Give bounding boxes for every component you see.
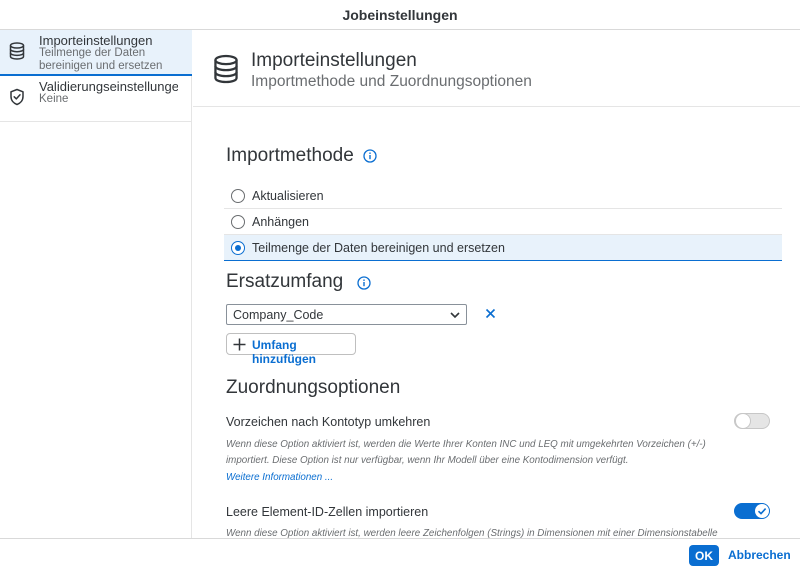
add-scope-button[interactable]: Umfang hinzufügen <box>226 333 356 366</box>
sidebar-item-subtitle: Keine <box>39 93 69 105</box>
dialog-header: Jobeinstellungen <box>0 0 800 30</box>
cancel-button[interactable]: Abbrechen <box>728 548 791 562</box>
page-title: Importeinstellungen <box>251 50 417 71</box>
sidebar: Importeinstellungen Teilmenge der Daten … <box>0 30 192 538</box>
radio-label: Anhängen <box>252 215 310 229</box>
dialog-footer: OK Abbrechen <box>0 538 800 568</box>
radio-button[interactable] <box>231 241 245 255</box>
replacement-scope-title: Ersatzumfang <box>226 271 344 292</box>
page-subtitle: Importmethode und Zuordnungsoptionen <box>251 73 532 90</box>
scope-select[interactable]: Company_Code <box>226 304 467 325</box>
more-info-link[interactable]: Weitere Informationen ... <box>226 472 333 483</box>
database-icon <box>214 54 238 84</box>
content-header: Importeinstellungen Importmethode und Zu… <box>193 30 800 107</box>
import-method-title: Importmethode <box>226 145 354 166</box>
sidebar-item-subtitle: Teilmenge der Daten bereinigen und erset… <box>39 47 163 72</box>
scope-select-value: Company_Code <box>233 308 324 322</box>
radio-option-append[interactable]: Anhängen <box>224 209 782 235</box>
shield-check-icon <box>10 88 24 106</box>
radio-label: Teilmenge der Daten bereinigen und erset… <box>252 241 505 255</box>
radio-selected-dot <box>235 245 241 251</box>
check-icon <box>757 508 767 515</box>
radio-button[interactable] <box>231 189 245 203</box>
option-label-import-empty-ids: Leere Element-ID-Zellen importieren <box>226 505 429 519</box>
plus-icon <box>233 338 246 351</box>
sidebar-item-import-settings[interactable]: Importeinstellungen Teilmenge der Daten … <box>0 30 192 76</box>
sidebar-item-title: Validierungseinstellungen <box>39 79 178 94</box>
chevron-down-icon <box>450 312 460 319</box>
option-description: Wenn diese Option aktiviert ist, werden … <box>226 528 718 538</box>
ok-button[interactable]: OK <box>689 545 719 566</box>
info-icon[interactable] <box>363 149 377 163</box>
switch-knob <box>735 413 751 429</box>
database-icon <box>9 42 25 60</box>
switch-knob <box>755 504 769 518</box>
radio-button[interactable] <box>231 215 245 229</box>
radio-option-clean-and-replace[interactable]: Teilmenge der Daten bereinigen und erset… <box>224 235 782 261</box>
sidebar-item-title: Importeinstellungen <box>39 33 153 48</box>
info-icon[interactable] <box>357 276 371 290</box>
import-empty-ids-switch[interactable] <box>734 503 770 519</box>
radio-label: Aktualisieren <box>252 189 324 203</box>
add-scope-label: Umfang hinzufügen <box>252 338 316 366</box>
option-description: Wenn diese Option aktiviert ist, werden … <box>226 439 706 466</box>
dialog-title: Jobeinstellungen <box>342 6 458 23</box>
close-icon[interactable] <box>485 308 496 319</box>
reverse-sign-switch[interactable] <box>734 413 770 429</box>
sidebar-item-validation-settings[interactable]: Validierungseinstellungen Keine <box>0 76 192 122</box>
radio-option-update[interactable]: Aktualisieren <box>224 183 782 209</box>
option-label-reverse-sign: Vorzeichen nach Kontotyp umkehren <box>226 415 431 429</box>
mapping-options-title: Zuordnungsoptionen <box>226 377 401 398</box>
